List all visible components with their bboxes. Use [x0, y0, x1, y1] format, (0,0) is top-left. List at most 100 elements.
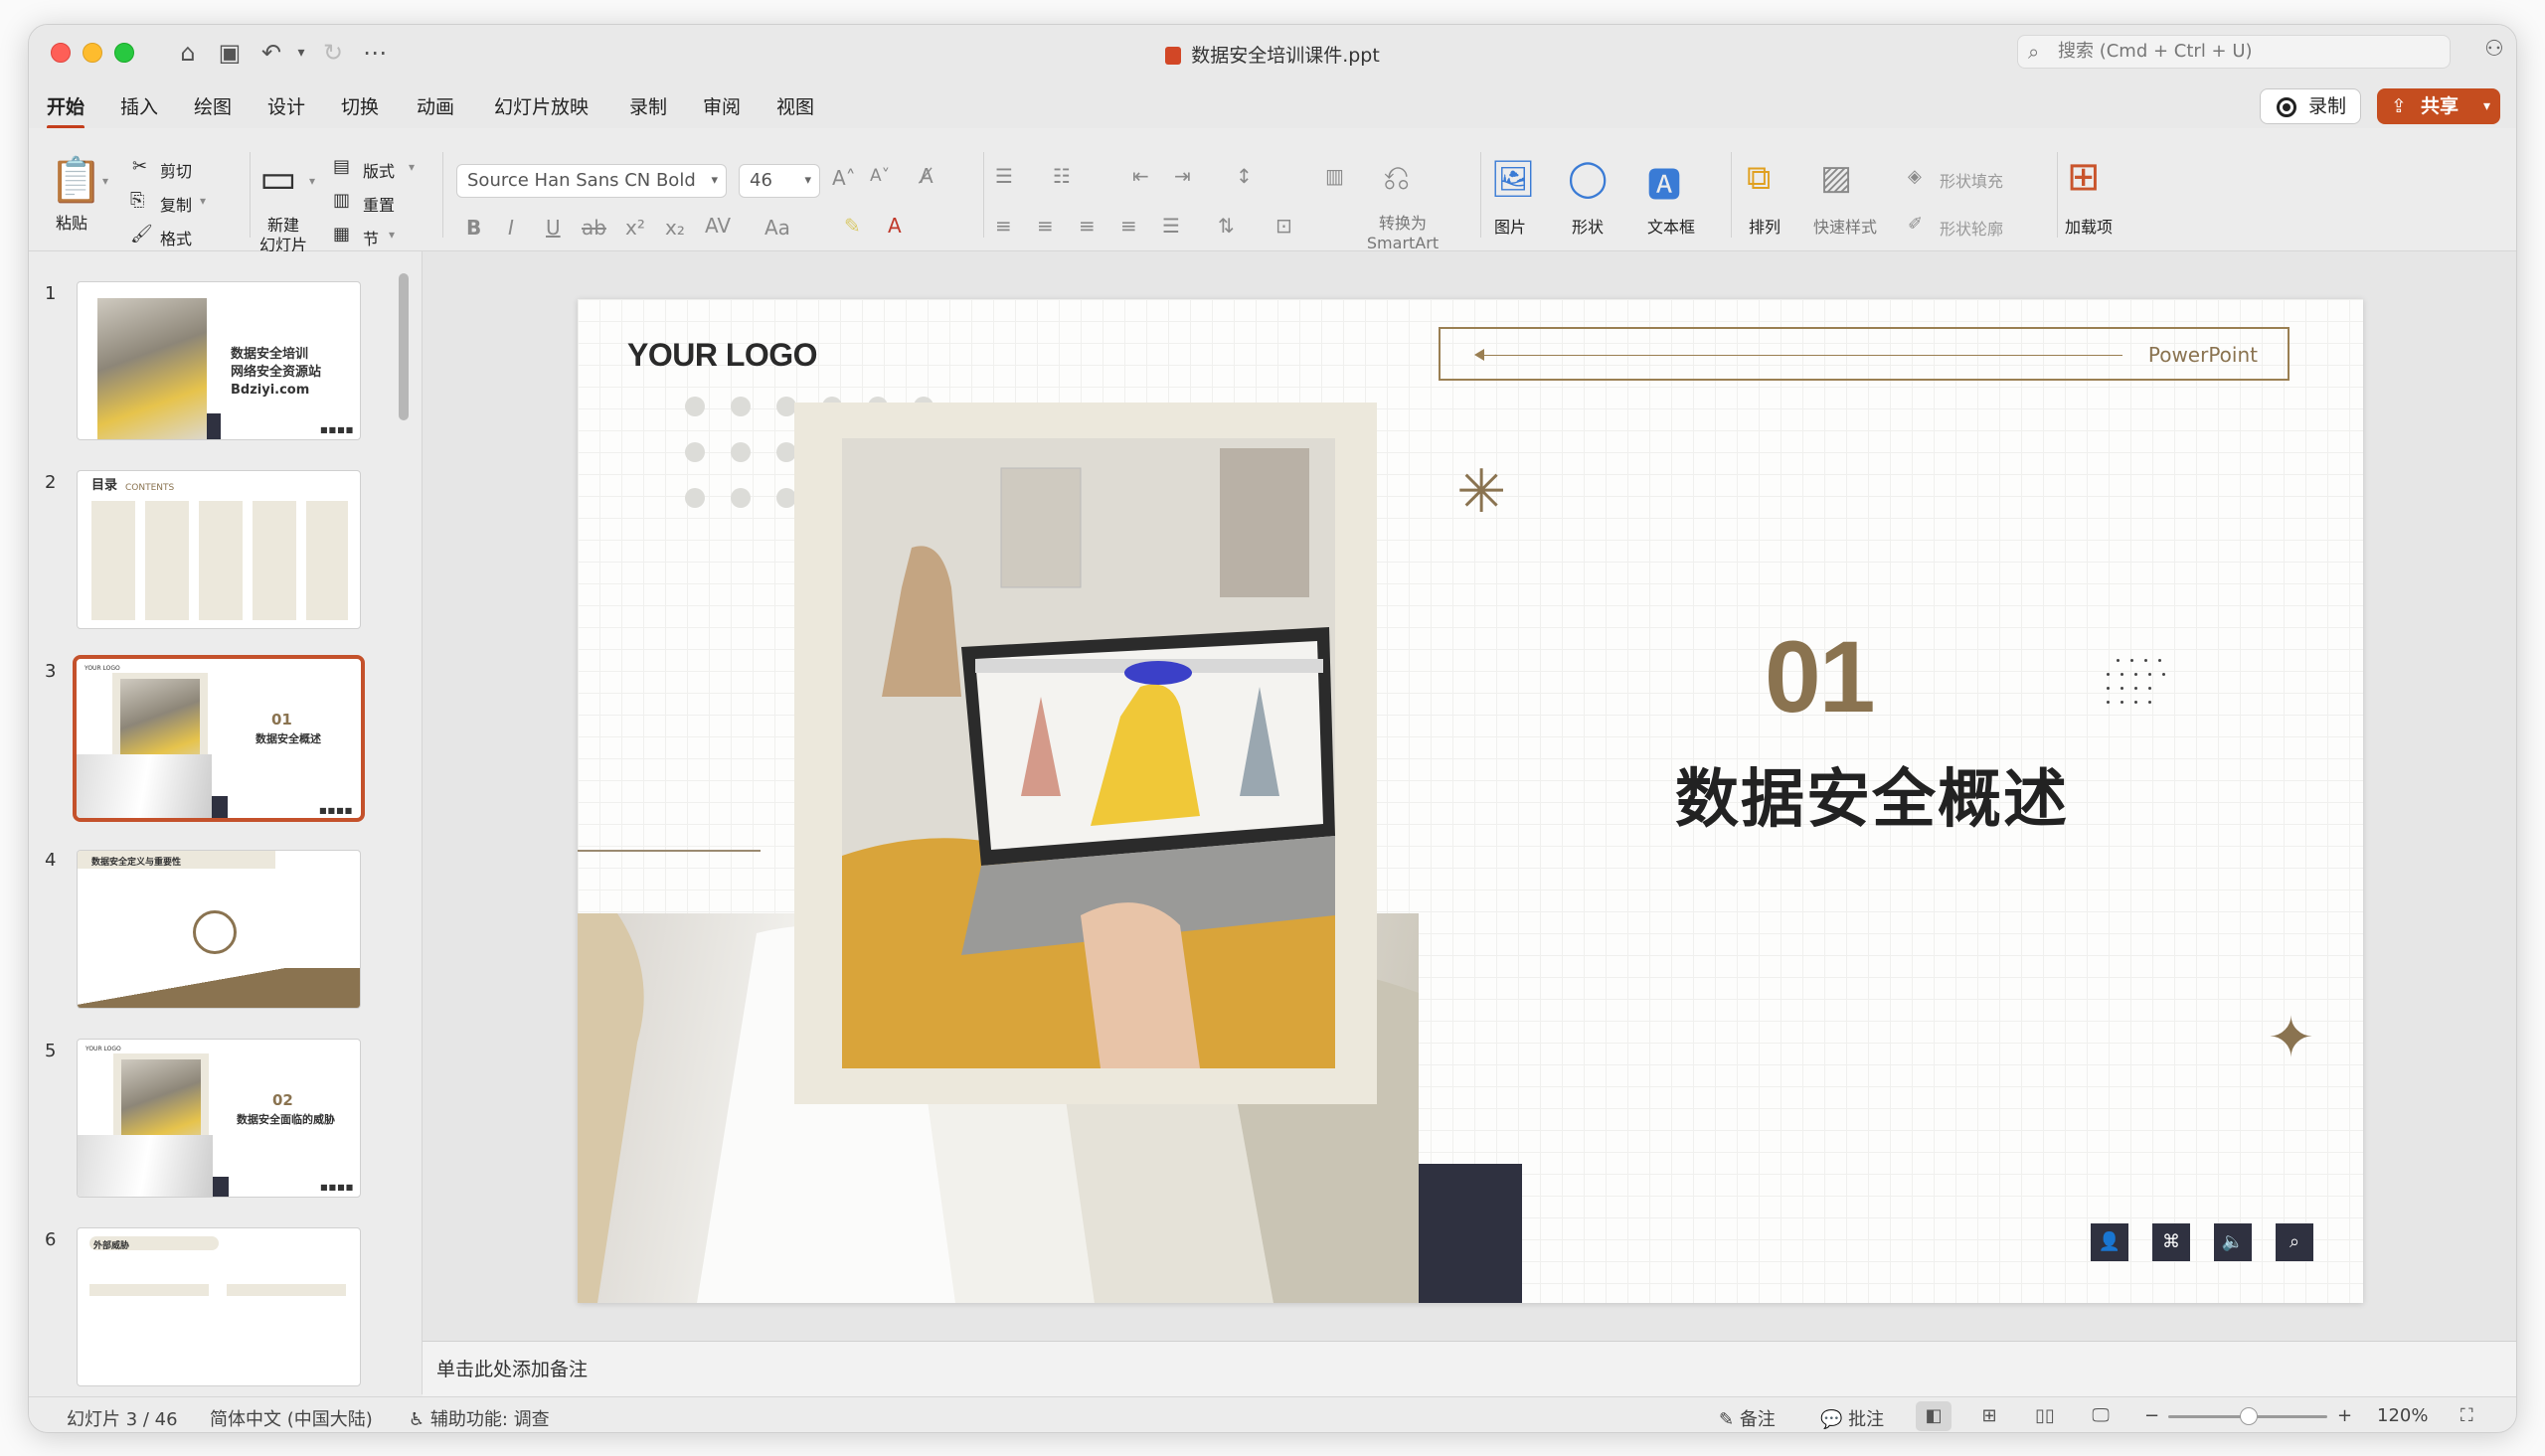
highlight-icon[interactable]: ✎ — [844, 214, 861, 238]
apps-icon[interactable]: ⌘ — [2152, 1223, 2190, 1261]
tab-home[interactable]: 开始 — [47, 92, 85, 129]
collaborators-icon[interactable]: ⚇ — [2484, 37, 2504, 62]
picture-button[interactable]: 图片 — [1490, 218, 1530, 238]
tab-record[interactable]: 录制 — [629, 92, 667, 119]
shape-button[interactable]: 形状 — [1568, 218, 1608, 238]
slideshow-view-button[interactable]: 🖵 — [2083, 1401, 2119, 1431]
language-indicator[interactable]: 简体中文 (中国大陆) — [210, 1405, 373, 1431]
search-icon[interactable]: ⌕ — [2276, 1223, 2313, 1261]
italic-icon[interactable]: I — [508, 216, 514, 240]
bullets-icon[interactable]: ☰ — [995, 164, 1013, 188]
search-input[interactable]: ⌕ 搜索 (Cmd + Ctrl + U) — [2017, 35, 2451, 69]
normal-view-button[interactable]: ◧ — [1916, 1401, 1951, 1431]
thumbnail-slide-3[interactable]: YOUR LOGO 01 数据安全概述 ■■■■ — [73, 655, 365, 822]
align-text-icon[interactable]: ⊡ — [1275, 214, 1292, 238]
tab-design[interactable]: 设计 — [267, 92, 305, 119]
convert-smartart-button[interactable]: 转换为 SmartArt — [1361, 214, 1444, 253]
textbox-icon[interactable]: 🅰 — [1647, 158, 1681, 207]
smartart-icon[interactable]: ⎌ — [1383, 158, 1410, 198]
tab-slideshow[interactable]: 幻灯片放映 — [494, 92, 589, 119]
new-slide-button[interactable]: 新建 幻灯片 — [254, 216, 313, 255]
cut-button[interactable]: 剪切 — [160, 158, 192, 182]
copy-button[interactable]: 复制 — [160, 192, 192, 216]
section-button[interactable]: 节 — [363, 226, 379, 249]
paste-button[interactable]: 粘贴 — [49, 214, 94, 234]
fit-to-window-icon[interactable]: ⛶ — [2460, 1405, 2473, 1426]
thumbnail-scrollbar[interactable] — [399, 273, 409, 420]
quick-styles-button[interactable]: 快速样式 — [1810, 218, 1880, 238]
accessibility-status[interactable]: ♿ 辅助功能: 调查 — [409, 1405, 550, 1431]
thumbnail-slide-6[interactable]: 外部威胁 — [77, 1227, 361, 1386]
layout-dropdown-icon[interactable]: ▾ — [409, 160, 415, 174]
shape-fill-icon[interactable]: ◈ — [1908, 166, 1922, 187]
section-title[interactable]: 数据安全概述 — [1675, 748, 2069, 840]
copy-icon[interactable]: ⎘ — [130, 190, 144, 211]
zoom-in-button[interactable]: + — [2337, 1405, 2352, 1426]
justify-icon[interactable]: ≡ — [1120, 214, 1137, 238]
layout-icon[interactable]: ▤ — [333, 156, 350, 177]
addins-button[interactable]: 加载项 — [2057, 218, 2121, 238]
format-painter-button[interactable]: 格式 — [160, 226, 192, 249]
shape-outline-button[interactable]: 形状轮廓 — [1940, 216, 2003, 240]
thumbnail-slide-2[interactable]: 目录 CONTENTS — [77, 470, 361, 629]
format-painter-icon[interactable]: 🖌 — [130, 224, 153, 244]
character-spacing-icon[interactable]: AV — [705, 214, 731, 238]
thumbnail-slide-5[interactable]: YOUR LOGO 02 数据安全面临的威胁 ■■■■ — [77, 1039, 361, 1198]
clear-formatting-icon[interactable]: A̸ — [920, 164, 933, 188]
align-right-icon[interactable]: ≡ — [1079, 214, 1096, 238]
font-color-icon[interactable]: A — [888, 214, 902, 238]
zoom-slider-handle[interactable] — [2240, 1407, 2258, 1425]
section-icon[interactable]: ▦ — [333, 224, 350, 244]
addins-icon[interactable]: ⊞ — [2067, 154, 2101, 200]
reading-view-button[interactable]: ▯▯ — [2027, 1401, 2063, 1431]
text-direction-icon[interactable]: ⇅ — [1218, 214, 1235, 238]
zoom-out-button[interactable]: − — [2144, 1405, 2159, 1426]
thumbnail-slide-1[interactable]: 数据安全培训 网络安全资源站 Bdziyi.com ■■■■ — [77, 281, 361, 440]
decrease-indent-icon[interactable]: ⇤ — [1132, 164, 1149, 188]
tab-transitions[interactable]: 切换 — [341, 92, 379, 119]
arrange-button[interactable]: 排列 — [1745, 218, 1784, 238]
speaker-icon[interactable]: 🔈 — [2214, 1223, 2252, 1261]
record-button[interactable]: 录制 — [2260, 88, 2361, 124]
cut-icon[interactable]: ✂ — [132, 156, 147, 177]
shape-outline-icon[interactable]: ✐ — [1908, 214, 1923, 235]
font-size-select[interactable]: 46 ▾ — [739, 164, 820, 198]
section-dropdown-icon[interactable]: ▾ — [389, 228, 395, 242]
zoom-level[interactable]: 120% — [2377, 1405, 2428, 1426]
picture-icon[interactable]: 🖼 — [1490, 158, 1536, 200]
superscript-icon[interactable]: x² — [625, 216, 645, 240]
underline-icon[interactable]: U — [546, 216, 561, 240]
distributed-icon[interactable]: ☰ — [1162, 214, 1180, 238]
shape-icon[interactable]: ◯ — [1568, 158, 1608, 199]
tab-view[interactable]: 视图 — [776, 92, 814, 119]
laptop-design-photo[interactable] — [842, 438, 1335, 1068]
increase-font-size-icon[interactable]: A˄ — [832, 166, 856, 190]
change-case-icon[interactable]: Aa — [764, 216, 790, 240]
new-slide-icon[interactable]: ▭ — [259, 156, 297, 202]
tab-draw[interactable]: 绘图 — [194, 92, 232, 119]
copy-dropdown-icon[interactable]: ▾ — [200, 194, 206, 208]
current-slide[interactable]: YOUR LOGO PowerPoint ✳ 01 数据安全概述 ✦ 👤 ⌘ 🔈… — [578, 299, 2363, 1303]
textbox-button[interactable]: 文本框 — [1641, 218, 1701, 238]
powerpoint-banner[interactable]: PowerPoint — [1439, 327, 2290, 381]
notes-toggle[interactable]: ✎ 备注 — [1719, 1405, 1776, 1431]
align-left-icon[interactable]: ≡ — [995, 214, 1012, 238]
section-number[interactable]: 01 — [1765, 619, 1875, 735]
share-button[interactable]: ⇪ 共享 ▾ — [2377, 88, 2500, 124]
notes-input[interactable]: 单击此处添加备注 — [423, 1341, 2516, 1396]
font-name-select[interactable]: Source Han Sans CN Bold ▾ — [456, 164, 727, 198]
subscript-icon[interactable]: x₂ — [665, 216, 685, 240]
tab-review[interactable]: 审阅 — [703, 92, 741, 119]
numbering-icon[interactable]: ☷ — [1053, 164, 1071, 188]
new-slide-dropdown-icon[interactable]: ▾ — [309, 174, 315, 188]
slide-sorter-view-button[interactable]: ⊞ — [1971, 1401, 2007, 1431]
thumbnail-slide-4[interactable]: 数据安全定义与重要性 — [77, 850, 361, 1009]
comments-toggle[interactable]: 💬 批注 — [1820, 1405, 1884, 1431]
tab-animations[interactable]: 动画 — [417, 92, 454, 119]
strikethrough-icon[interactable]: ab — [582, 216, 606, 240]
increase-indent-icon[interactable]: ⇥ — [1174, 164, 1191, 188]
arrange-icon[interactable]: ⧉ — [1747, 158, 1771, 198]
user-icon[interactable]: 👤 — [2091, 1223, 2128, 1261]
paste-icon[interactable]: 📋 — [49, 154, 103, 206]
align-center-icon[interactable]: ≡ — [1037, 214, 1054, 238]
